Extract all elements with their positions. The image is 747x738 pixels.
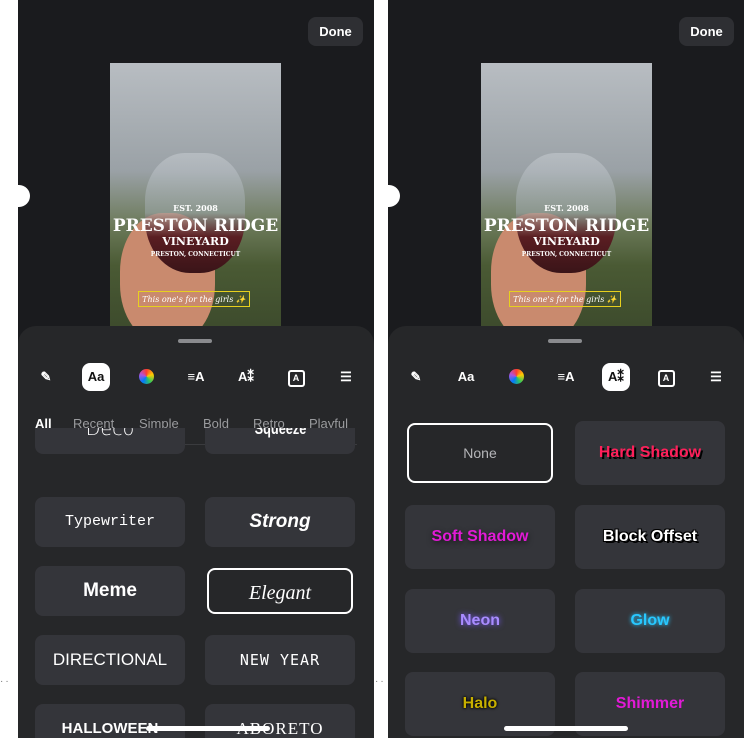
- font-tile-new-year[interactable]: NEW YEAR: [205, 635, 355, 685]
- effect-tile-soft-shadow[interactable]: Soft Shadow: [405, 505, 555, 569]
- effect-tile-hard-shadow[interactable]: Hard Shadow: [575, 421, 725, 485]
- text-toolbar: ✎ Aa ≡A A⁑ A ☰: [388, 363, 744, 395]
- glass-line1: PRESTON RIDGE: [112, 216, 279, 236]
- effects-icon[interactable]: A⁑: [232, 363, 260, 391]
- sheet-grabber[interactable]: [178, 339, 212, 343]
- story-photo: EST. 2008 PRESTON RIDGE VINEYARD PRESTON…: [110, 63, 281, 333]
- glass-est: EST.: [173, 203, 193, 213]
- glass-est: EST.: [544, 203, 564, 213]
- font-tile-deco[interactable]: Deco: [35, 428, 185, 454]
- text-tools-sheet: ✎ Aa ≡A A⁑ A ☰ All Recent Simple Bold Re…: [18, 326, 374, 738]
- glass-year: 2008: [195, 203, 218, 213]
- page-dots: ··: [0, 676, 11, 687]
- effect-tile-none[interactable]: None: [407, 423, 553, 483]
- caption-text-box[interactable]: This one's for the girls ✨: [509, 291, 621, 307]
- text-tools-sheet: ✎ Aa ≡A A⁑ A ☰ None Hard Shadow Soft Sha…: [388, 326, 744, 738]
- glass-line2: VINEYARD: [533, 235, 600, 248]
- glass-line2: VINEYARD: [162, 235, 229, 248]
- effect-tile-glow[interactable]: Glow: [575, 589, 725, 653]
- font-tile-elegant[interactable]: Elegant: [207, 568, 353, 614]
- font-tile-strong[interactable]: Strong: [205, 497, 355, 547]
- text-toolbar: ✎ Aa ≡A A⁑ A ☰: [18, 363, 374, 395]
- done-button[interactable]: Done: [679, 17, 734, 46]
- color-icon[interactable]: [502, 363, 530, 391]
- home-indicator: [146, 726, 270, 731]
- font-tile-typewriter[interactable]: Typewriter: [35, 497, 185, 547]
- story-photo: EST. 2008 PRESTON RIDGE VINEYARD PRESTON…: [481, 63, 652, 333]
- page-dots: ··: [375, 676, 386, 687]
- sheet-grabber[interactable]: [548, 339, 582, 343]
- effect-tile-block-offset[interactable]: Block Offset: [575, 505, 725, 569]
- right-screen: Done EST. 2008 PRESTON RIDGE VINEYARD PR…: [388, 0, 744, 738]
- caption-text-box[interactable]: This one's for the girls ✨: [138, 291, 250, 307]
- size-slider-handle[interactable]: [18, 185, 30, 207]
- align-icon[interactable]: ≡A: [182, 363, 210, 391]
- menu-icon[interactable]: ☰: [702, 363, 730, 391]
- font-icon[interactable]: Aa: [82, 363, 110, 391]
- background-icon[interactable]: A: [282, 363, 310, 391]
- pencil-icon[interactable]: ✎: [402, 363, 430, 391]
- font-tile-squeeze[interactable]: Squeeze: [205, 428, 355, 454]
- menu-icon[interactable]: ☰: [332, 363, 360, 391]
- font-tile-directional[interactable]: DIRECTIONAL: [35, 635, 185, 685]
- glass-year: 2008: [566, 203, 589, 213]
- effects-icon[interactable]: A⁑: [602, 363, 630, 391]
- color-icon[interactable]: [132, 363, 160, 391]
- done-button[interactable]: Done: [308, 17, 363, 46]
- font-tile-halloween[interactable]: HALLOWEEN: [35, 704, 185, 738]
- glass-line3: PRESTON, CONNECTICUT: [150, 251, 241, 258]
- font-icon[interactable]: Aa: [452, 363, 480, 391]
- glass-line1: PRESTON RIDGE: [483, 216, 650, 236]
- font-tile-aboreto[interactable]: ABORETO: [205, 704, 355, 738]
- effect-tile-neon[interactable]: Neon: [405, 589, 555, 653]
- pencil-icon[interactable]: ✎: [32, 363, 60, 391]
- home-indicator: [504, 726, 628, 731]
- glass-line3: PRESTON, CONNECTICUT: [521, 251, 612, 258]
- left-screen: Done EST. 2008 PRESTON RIDGE VINEYARD PR…: [18, 0, 374, 738]
- font-tile-meme[interactable]: Meme: [35, 566, 185, 616]
- background-icon[interactable]: A: [652, 363, 680, 391]
- align-icon[interactable]: ≡A: [552, 363, 580, 391]
- size-slider-handle[interactable]: [388, 185, 400, 207]
